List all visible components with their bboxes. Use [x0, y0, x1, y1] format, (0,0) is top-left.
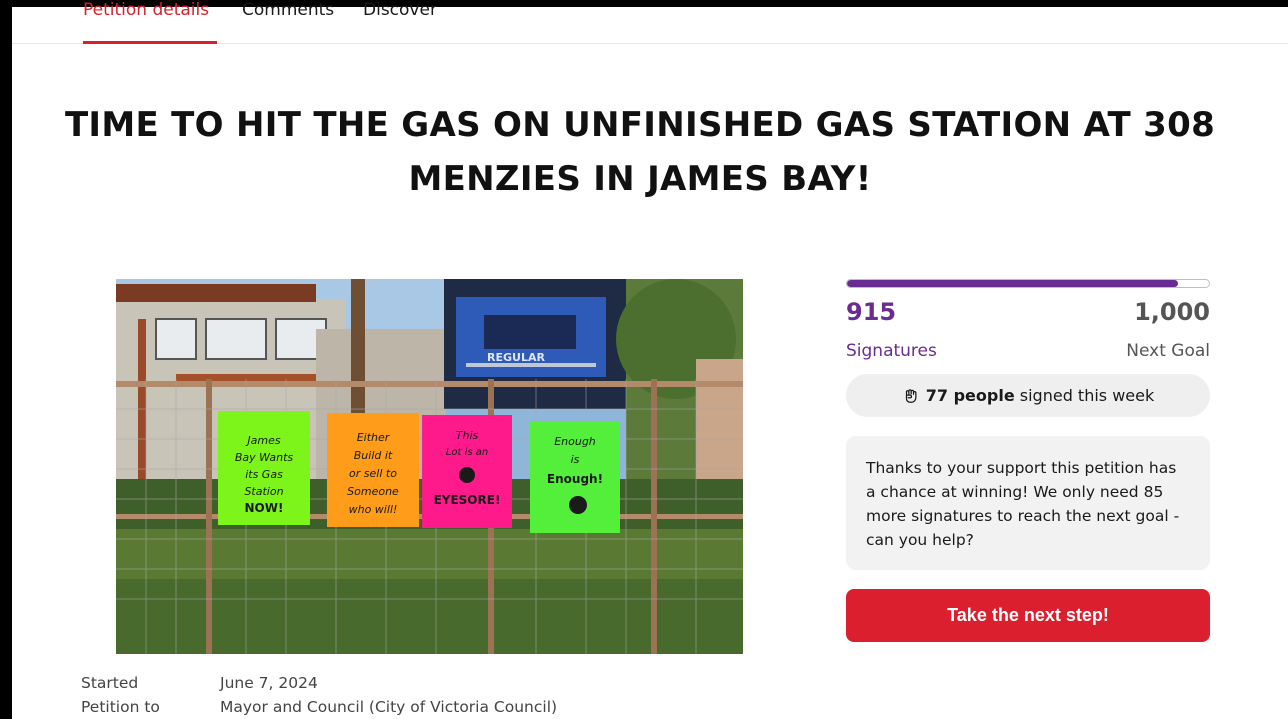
started-label: Started: [81, 674, 139, 692]
tab-comments[interactable]: Comments: [242, 0, 334, 20]
svg-text:Enough: Enough: [554, 435, 596, 448]
svg-text:Bay Wants: Bay Wants: [235, 451, 294, 464]
active-tab-indicator: [83, 41, 217, 44]
signature-progress-fill: [847, 280, 1179, 287]
petition-image: REGULAR James Bay Wants its Gas Station …: [116, 279, 743, 654]
signature-progress-bar: [846, 279, 1210, 288]
tab-discover[interactable]: Discover: [363, 0, 437, 20]
svg-text:Either: Either: [357, 431, 391, 444]
svg-text:James: James: [245, 434, 280, 447]
next-goal-label: Next Goal: [1126, 341, 1210, 361]
fist-icon: [905, 388, 917, 403]
svg-text:Enough!: Enough!: [547, 472, 603, 486]
svg-text:its Gas: its Gas: [245, 468, 283, 481]
signature-count-label: Signatures: [846, 341, 937, 361]
svg-text:EYESORE!: EYESORE!: [434, 493, 501, 507]
window-frame-left: [0, 0, 12, 719]
tab-petition-details[interactable]: Petition details: [83, 0, 209, 20]
petition-to-label: Petition to: [81, 698, 160, 716]
weekly-signers-text: signed this week: [1019, 386, 1155, 405]
pump-sign-label: REGULAR: [487, 351, 545, 364]
support-message: Thanks to your support this petition has…: [866, 459, 1180, 549]
take-next-step-button[interactable]: Take the next step!: [846, 589, 1210, 642]
petition-to-value[interactable]: Mayor and Council (City of Victoria Coun…: [220, 698, 557, 716]
svg-text:Build it: Build it: [354, 449, 393, 462]
next-goal-count: 1,000: [1134, 298, 1210, 326]
petition-title: TIME TO HIT THE GAS ON UNFINISHED GAS ST…: [64, 105, 1216, 199]
support-message-box: Thanks to your support this petition has…: [846, 436, 1210, 570]
svg-text:who will!: who will!: [349, 503, 398, 516]
svg-text:is: is: [571, 453, 580, 466]
started-date: June 7, 2024: [220, 674, 318, 692]
weekly-signers-count: 77 people: [925, 386, 1015, 405]
weekly-signers-pill: 77 people signed this week: [846, 374, 1210, 417]
tab-bar: Petition details Comments Discover: [12, 0, 1288, 44]
svg-text:Someone: Someone: [347, 485, 399, 498]
svg-text:or sell to: or sell to: [349, 467, 397, 480]
svg-text:This: This: [456, 429, 479, 442]
signature-count: 915: [846, 298, 897, 326]
svg-text:Station: Station: [244, 485, 283, 498]
svg-text:Lot is an: Lot is an: [446, 447, 488, 458]
svg-text:NOW!: NOW!: [245, 501, 284, 515]
